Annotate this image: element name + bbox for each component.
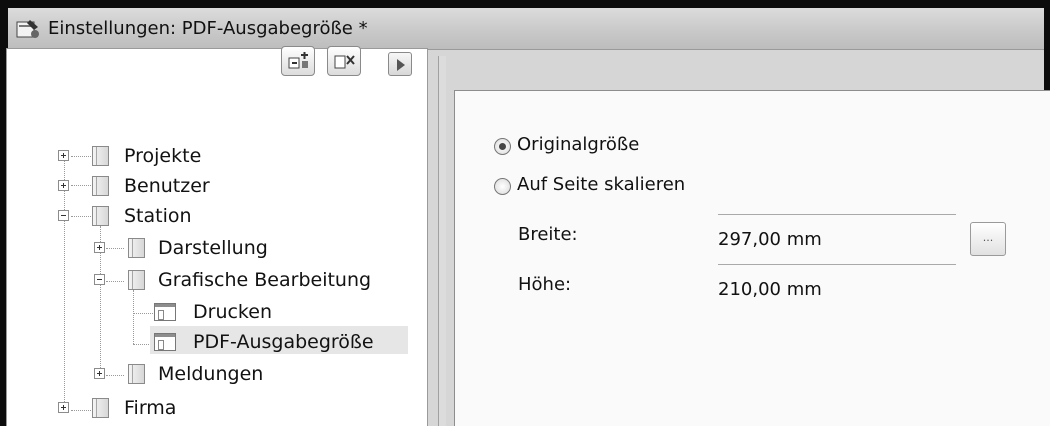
width-label: Breite:: [518, 224, 578, 245]
settings-page-icon: [154, 303, 176, 321]
folder-icon: [128, 364, 145, 384]
tree-item-label: Grafische Bearbeitung: [158, 269, 372, 291]
folder-icon: [128, 238, 145, 258]
title-bar: Einstellungen: PDF-Ausgabegröße *: [8, 8, 1044, 50]
expand-plus-icon[interactable]: [94, 368, 105, 379]
tree-line: [64, 158, 65, 410]
radio-originalgroesse[interactable]: [494, 138, 511, 155]
tree-line: [71, 216, 91, 217]
remove-item-button[interactable]: [327, 46, 361, 76]
tree-item-label: PDF-Ausgabegröße: [193, 331, 374, 353]
settings-page-icon: [154, 333, 176, 351]
play-arrow-icon: [397, 59, 405, 71]
tree-line: [106, 375, 124, 376]
expand-plus-icon[interactable]: [58, 180, 69, 191]
tree-line: [133, 290, 134, 344]
tree-item-label: Benutzer: [124, 175, 210, 197]
tree-item-label: Meldungen: [158, 363, 264, 385]
add-node-icon: [288, 52, 308, 69]
expand-arrow-button[interactable]: [388, 52, 412, 76]
tree-line: [71, 185, 91, 186]
tree-item-label: Darstellung: [158, 237, 268, 259]
option-label: Auf Seite skalieren: [517, 174, 686, 195]
radio-auf-seite-skalieren[interactable]: [494, 178, 511, 195]
tree-line: [133, 313, 153, 314]
add-item-button[interactable]: [281, 46, 315, 76]
browse-button[interactable]: ...: [970, 222, 1006, 256]
tree-item-label: Projekte: [124, 145, 202, 167]
expand-plus-icon[interactable]: [58, 150, 69, 161]
folder-icon: [92, 206, 109, 226]
window-title: Einstellungen: PDF-Ausgabegröße *: [48, 18, 368, 39]
height-field[interactable]: 210,00 mm: [718, 264, 956, 304]
folder-icon: [92, 398, 109, 418]
folder-icon: [92, 146, 109, 166]
tree-line: [71, 410, 91, 411]
tree-item-label: Drucken: [193, 301, 272, 323]
tree-line: [71, 156, 91, 157]
expand-plus-icon[interactable]: [94, 242, 105, 253]
tree-line: [106, 281, 124, 282]
folder-icon: [128, 270, 145, 290]
collapse-minus-icon[interactable]: [58, 210, 69, 221]
collapse-minus-icon[interactable]: [94, 274, 105, 285]
remove-node-icon: [334, 55, 355, 69]
settings-app-icon: [16, 20, 39, 38]
option-label: Originalgröße: [517, 134, 640, 155]
tree-item-label: Station: [124, 205, 192, 227]
tree-line: [106, 248, 124, 249]
expand-plus-icon[interactable]: [58, 402, 69, 413]
pane-splitter[interactable]: [438, 56, 446, 426]
height-label: Höhe:: [518, 274, 572, 295]
tree-item-label: Firma: [124, 397, 177, 419]
folder-icon: [92, 176, 109, 196]
width-field[interactable]: 297,00 mm: [718, 214, 956, 254]
